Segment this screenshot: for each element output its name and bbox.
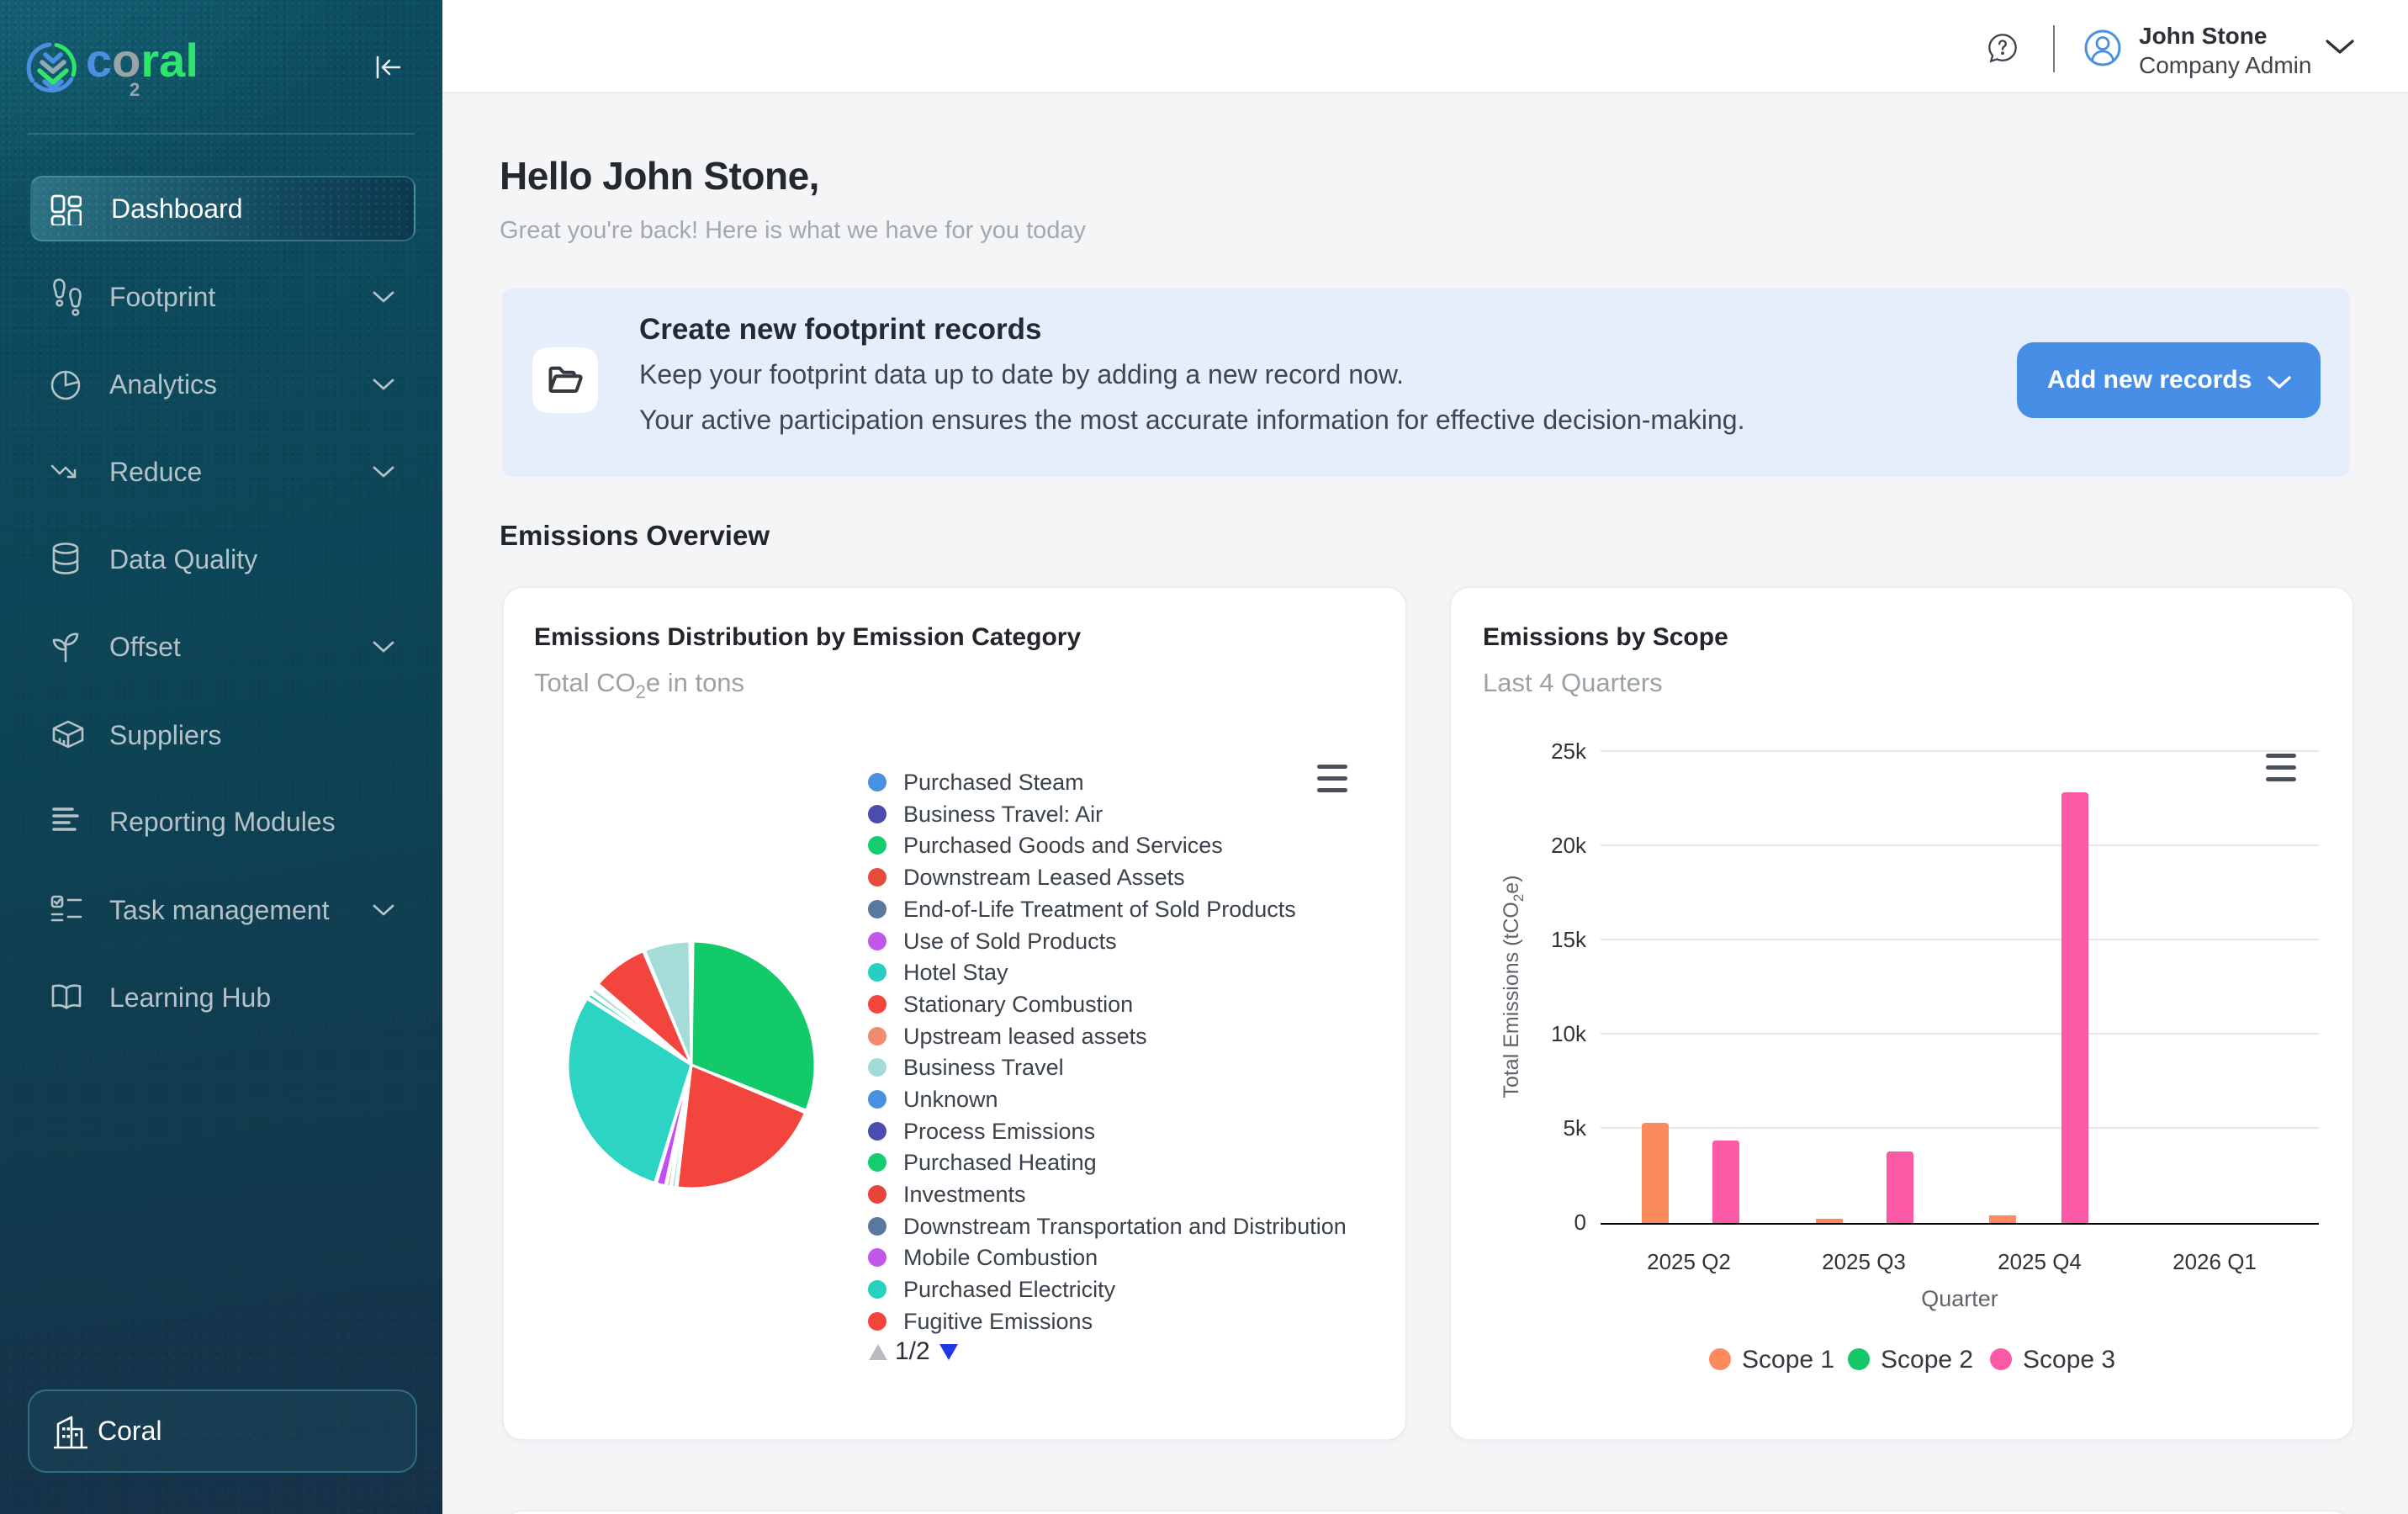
svg-text:0: 0 <box>1574 1210 1586 1235</box>
svg-text:2025 Q3: 2025 Q3 <box>1822 1249 1906 1274</box>
svg-text:15k: 15k <box>1551 927 1587 952</box>
svg-text:25k: 25k <box>1551 738 1587 764</box>
svg-text:Scope 3: Scope 3 <box>2023 1346 2115 1374</box>
svg-text:Scope 1: Scope 1 <box>1742 1346 1834 1374</box>
svg-text:Total Emissions (tCO2e): Total Emissions (tCO2e) <box>1500 875 1527 1098</box>
svg-text:Quarter: Quarter <box>1921 1286 1998 1311</box>
svg-text:Scope 2: Scope 2 <box>1881 1346 1973 1374</box>
svg-text:20k: 20k <box>1551 833 1587 858</box>
svg-text:10k: 10k <box>1551 1021 1587 1046</box>
svg-text:2025 Q2: 2025 Q2 <box>1647 1249 1731 1274</box>
svg-text:5k: 5k <box>1564 1115 1587 1141</box>
svg-text:2026 Q1: 2026 Q1 <box>2172 1249 2257 1274</box>
svg-text:2025 Q4: 2025 Q4 <box>1998 1249 2082 1274</box>
